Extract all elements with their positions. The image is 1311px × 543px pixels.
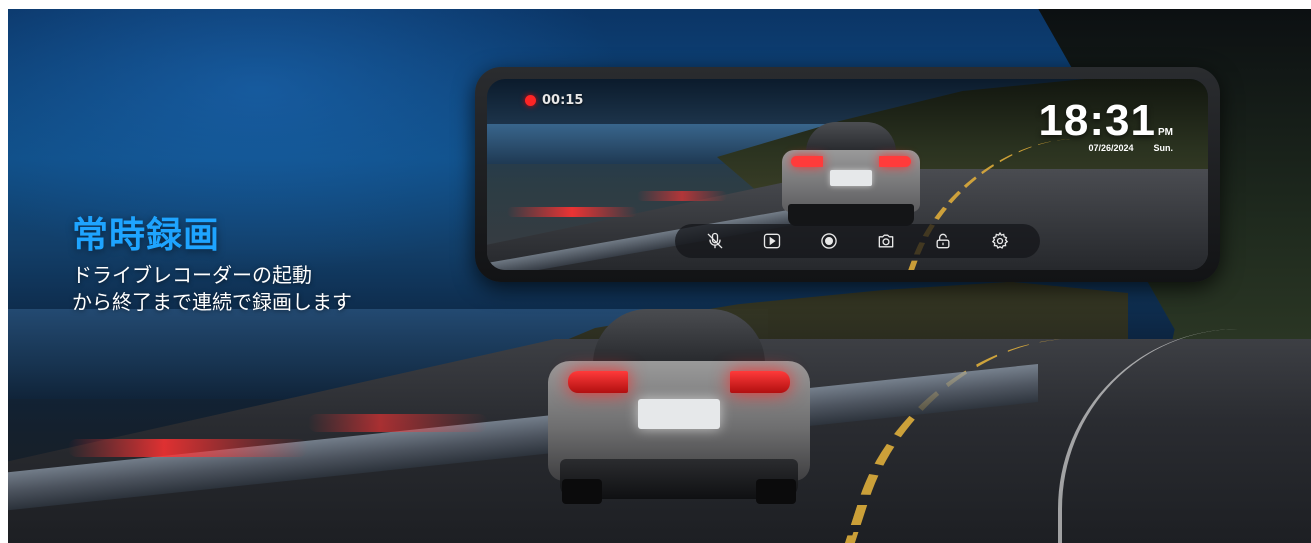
rear-car-image	[548, 309, 810, 504]
camera-icon	[878, 234, 894, 248]
dashcam-banner: 常時録画 ドライブレコーダーの起動 から終了まで連続で録画します 00:15 1…	[8, 9, 1311, 543]
settings-button[interactable]	[989, 230, 1011, 252]
clock-weekday: Sun.	[1153, 143, 1174, 153]
clock-display: 18:31 PM 07/26/2024 Sun.	[1038, 99, 1174, 154]
clock-period: PM	[1158, 127, 1173, 138]
light-streak	[68, 439, 308, 457]
description-line-1: ドライブレコーダーの起動	[72, 263, 312, 287]
mirror-screen: 00:15 18:31 PM 07/26/2024 Sun.	[487, 79, 1208, 270]
feature-description: ドライブレコーダーの起動 から終了まで連続で録画します	[72, 262, 352, 316]
lock-icon	[936, 233, 950, 249]
playback-button[interactable]	[761, 230, 783, 252]
snapshot-button[interactable]	[875, 230, 897, 252]
record-button[interactable]	[818, 230, 840, 252]
recording-indicator: 00:15	[525, 93, 583, 108]
mirror-dashcam: 00:15 18:31 PM 07/26/2024 Sun.	[475, 67, 1220, 282]
settings-gear-icon	[991, 231, 1008, 249]
recording-dot-icon	[525, 95, 536, 106]
light-streak	[308, 414, 488, 432]
headline-title: 常時録画	[72, 215, 221, 256]
control-bar	[675, 224, 1040, 258]
recording-timer: 00:15	[542, 93, 584, 108]
record-icon	[821, 233, 837, 249]
clock-time: 18:31	[1038, 96, 1156, 145]
lock-button[interactable]	[932, 230, 954, 252]
clock-date: 07/26/2024	[1088, 143, 1134, 153]
mic-muted-button[interactable]	[704, 230, 726, 252]
screen-car-image	[782, 122, 920, 226]
mic-muted-icon	[708, 232, 723, 249]
description-line-2: から終了まで連続で録画します	[72, 290, 352, 314]
play-icon	[764, 233, 781, 249]
